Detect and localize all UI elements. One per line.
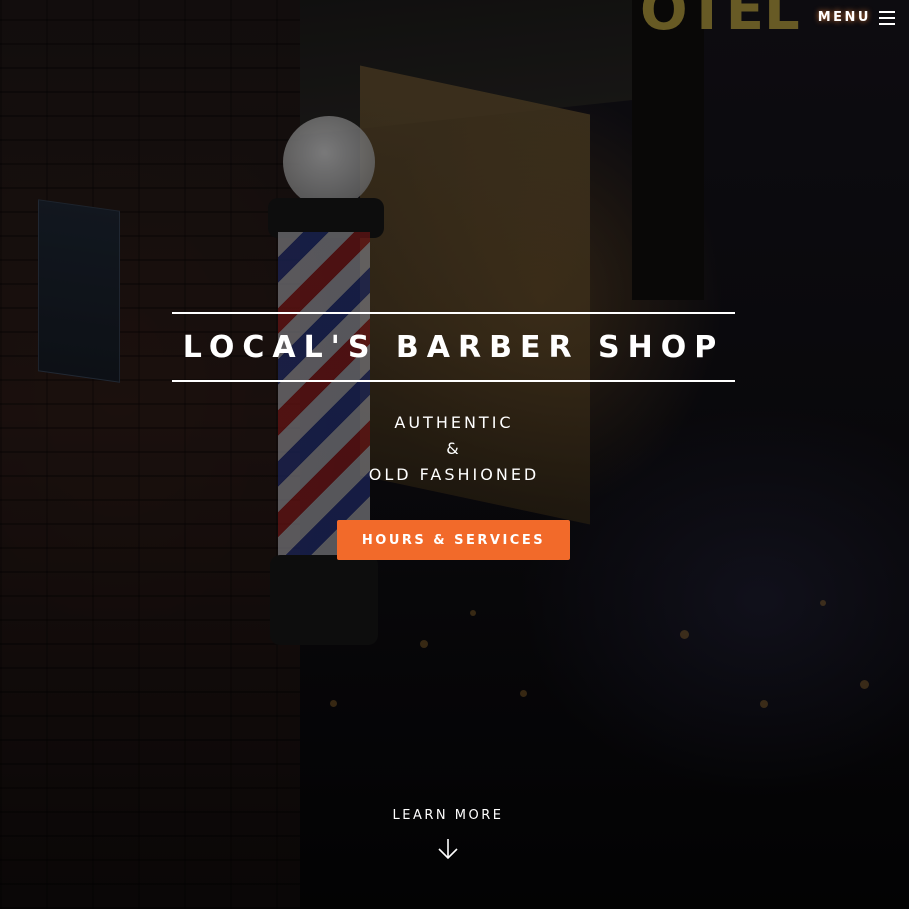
learn-more-label: LEARN MORE xyxy=(392,808,504,823)
menu-button[interactable]: MENU xyxy=(818,10,895,25)
page-title: LOCAL'S BARBER SHOP xyxy=(182,329,725,365)
tagline-line-2: & xyxy=(446,439,462,458)
tagline: AUTHENTIC & OLD FASHIONED xyxy=(254,410,654,488)
learn-more-link[interactable]: LEARN MORE xyxy=(354,808,542,861)
hours-services-button[interactable]: HOURS & SERVICES xyxy=(337,520,570,560)
menu-label: MENU xyxy=(817,10,871,25)
tagline-line-1: AUTHENTIC xyxy=(394,413,514,432)
tagline-line-3: OLD FASHIONED xyxy=(368,465,540,484)
hero-section: OTEL MENU LOCAL'S BARBER SHOP AUTHENTIC … xyxy=(0,0,909,909)
title-frame: LOCAL'S BARBER SHOP xyxy=(172,312,735,382)
hamburger-icon xyxy=(879,10,895,25)
arrow-down-icon[interactable] xyxy=(437,837,459,861)
